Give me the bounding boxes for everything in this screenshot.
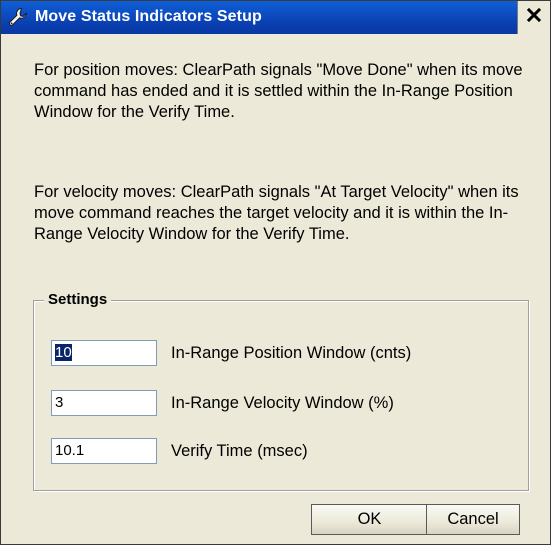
- wrench-icon: [7, 6, 29, 28]
- close-button[interactable]: [517, 1, 550, 34]
- close-icon: [526, 7, 542, 28]
- position-move-description: For position moves: ClearPath signals "M…: [34, 61, 523, 121]
- velocity-window-label: In-Range Velocity Window (%): [171, 394, 394, 412]
- position-window-value: 10: [55, 344, 72, 361]
- position-window-label: In-Range Position Window (cnts): [171, 344, 412, 362]
- cancel-button[interactable]: Cancel: [426, 504, 520, 535]
- ok-button[interactable]: OK: [311, 504, 428, 535]
- verify-time-label: Verify Time (msec): [171, 442, 308, 460]
- dialog-window: Move Status Indicators Setup For positio…: [0, 0, 551, 545]
- verify-time-value: 10.1: [55, 442, 85, 459]
- velocity-move-description: For velocity moves: ClearPath signals "A…: [34, 183, 519, 243]
- title-bar[interactable]: Move Status Indicators Setup: [1, 1, 550, 34]
- velocity-window-input[interactable]: 3: [51, 390, 157, 416]
- velocity-window-value: 3: [55, 394, 64, 411]
- settings-group-legend: Settings: [44, 290, 112, 310]
- dialog-title: Move Status Indicators Setup: [35, 8, 262, 25]
- position-window-input[interactable]: 10: [51, 340, 157, 366]
- verify-time-input[interactable]: 10.1: [51, 438, 157, 464]
